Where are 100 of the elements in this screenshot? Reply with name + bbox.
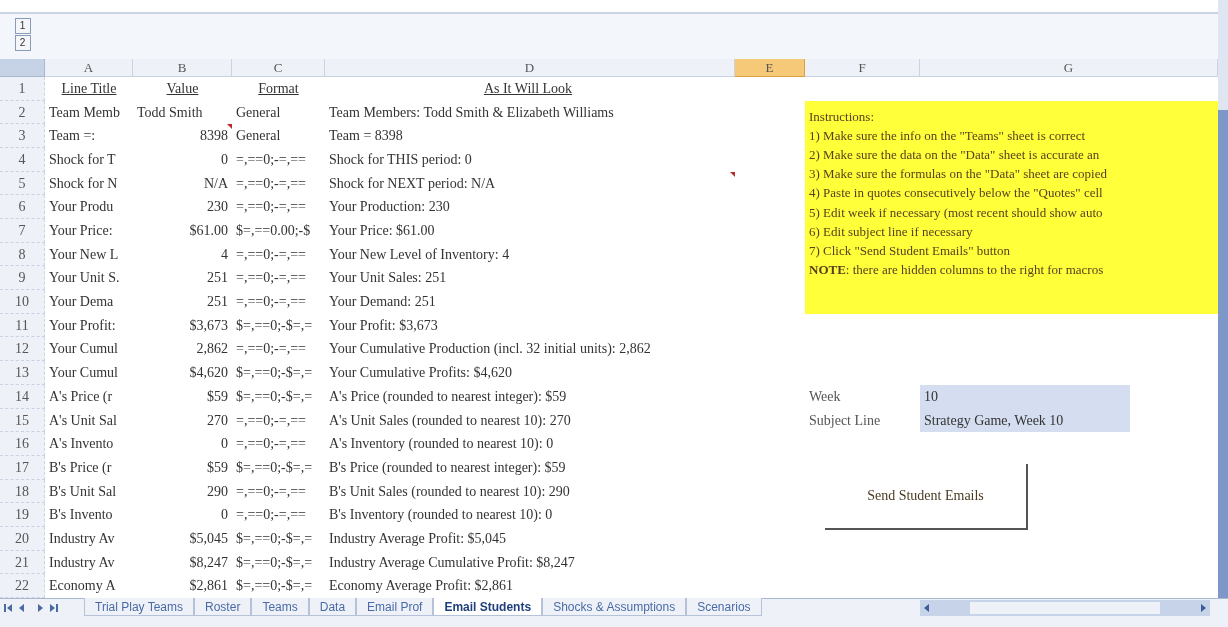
table-cell-text: 230 — [206, 198, 229, 217]
table-cell-text: Todd Smith — [136, 103, 204, 122]
table-cell-text: As It Will Look — [482, 79, 574, 98]
table-cell-text: $=,==0.00;-$ — [235, 222, 312, 240]
table-cell-text: Your Cumul — [48, 340, 119, 359]
row-header[interactable]: 18 — [0, 479, 45, 504]
table-cell-text: $59 — [206, 458, 229, 477]
table-cell-text: General — [235, 127, 282, 146]
table-cell-text: Industry Average Profit: $5,045 — [328, 529, 508, 548]
row-header[interactable]: 21 — [0, 550, 45, 575]
table-cell-text: $59 — [206, 387, 229, 406]
vertical-scrollbar[interactable] — [1218, 0, 1228, 598]
row-header[interactable]: 6 — [0, 195, 45, 219]
table-cell-text: $2,861 — [188, 577, 229, 596]
table-cell-text: A's Invento — [48, 435, 115, 454]
table-cell-text: Your Production: 230 — [328, 198, 451, 217]
table-cell-text: $61.00 — [188, 222, 229, 240]
table-cell-text: Your Price: — [48, 222, 114, 240]
table-cell-text: Your Unit Sales: 251 — [328, 269, 448, 288]
sheet-tab[interactable]: Data — [308, 598, 357, 616]
instructions-title: Instructions: — [809, 107, 875, 126]
table-cell-text: 270 — [206, 411, 229, 430]
comment-indicator-icon[interactable] — [227, 124, 232, 130]
table-cell-text: Shock for N — [48, 174, 119, 193]
instruction-line: NOTE: there are hidden columns to the right for macros — [809, 261, 1105, 280]
horizontal-scrollbar[interactable] — [920, 600, 1210, 616]
table-cell-text: B's Unit Sales (rounded to nearest 10): 290 — [328, 482, 571, 501]
send-emails-button[interactable]: Send Student Emails — [825, 463, 1028, 530]
table-cell-text: Your New Level of Inventory: 4 — [328, 245, 511, 264]
table-cell-text: =,==0;-=,== — [235, 482, 307, 501]
table-cell-text: =,==0;-=,== — [235, 293, 307, 312]
table-cell-text: $=,==0;-$=,= — [235, 529, 314, 548]
row-header[interactable]: 4 — [0, 147, 45, 172]
setting-label: Subject Line — [808, 411, 882, 430]
table-cell-text: $=,==0;-$=,= — [235, 364, 314, 383]
row-header[interactable]: 2 — [0, 100, 45, 125]
table-cell-text: =,==0;-=,== — [235, 174, 307, 193]
table-cell-text: =,==0;-=,== — [235, 150, 307, 169]
row-header[interactable]: 14 — [0, 384, 45, 409]
table-cell-text: A's Price (r — [48, 387, 114, 406]
table-cell-text: Your Cumulative Profits: $4,620 — [328, 364, 513, 383]
sheet-tab[interactable]: Trial Play Teams — [84, 598, 195, 616]
sheet-tab[interactable]: Roster — [194, 598, 252, 616]
instruction-line: 1) Make sure the info on the "Teams" sheet is correct — [809, 126, 1087, 145]
outline-level-button[interactable]: 1 — [14, 18, 31, 34]
table-cell-text: =,==0;-=,== — [235, 269, 307, 288]
table-cell: Shock for NEXT period: N/A — [325, 171, 735, 196]
table-cell-text: Format — [257, 79, 300, 98]
setting-value-cell[interactable]: Strategy Game, Week 10 — [920, 408, 1130, 433]
table-cell-text: N/A — [202, 174, 229, 193]
row-header[interactable]: 20 — [0, 526, 45, 551]
left-arrow-icon — [922, 603, 930, 613]
table-cell-text: Team Memb — [48, 103, 121, 122]
sheet-tab[interactable]: Teams — [251, 598, 309, 616]
table-cell-text: A's Unit Sal — [48, 411, 118, 430]
table-cell-text: Shock for THIS period: 0 — [328, 150, 473, 169]
setting-value-cell[interactable]: 10 — [920, 384, 1130, 409]
table-cell-text: Your Unit S. — [48, 269, 121, 288]
row-header[interactable]: 16 — [0, 432, 45, 456]
row-header[interactable]: 11 — [0, 313, 45, 338]
table-cell-text: =,==0;-=,== — [235, 411, 307, 430]
instruction-line: 6) Edit subject line if necessary — [809, 222, 974, 241]
row-header[interactable]: 9 — [0, 266, 45, 291]
row-header[interactable]: 10 — [0, 290, 45, 314]
table-cell-text: 4 — [220, 245, 229, 264]
table-cell-text: $=,==0;-$=,= — [235, 577, 314, 596]
table-cell-text: Your Cumulative Production (incl. 32 initial units): 2,862 — [328, 340, 652, 359]
table-cell-text: Economy Average Profit: $2,861 — [328, 577, 515, 596]
right-arrow-icon — [1200, 603, 1208, 613]
outline-level-button[interactable]: 2 — [14, 35, 31, 51]
table-cell-text: $=,==0;-$=,= — [235, 553, 314, 572]
table-cell-text: Your Profit: — [48, 316, 117, 335]
row-header[interactable]: 13 — [0, 361, 45, 385]
sheet-tab[interactable]: Email Prof — [356, 598, 434, 616]
comment-indicator-icon[interactable] — [730, 171, 735, 177]
table-cell-text: Team = 8398 — [328, 127, 404, 146]
sheet-tab[interactable]: Scenarios — [686, 598, 762, 616]
table-cell-text: $3,673 — [188, 316, 229, 335]
table-cell-text: Team Members: Todd Smith & Elizabeth Williams — [328, 103, 615, 122]
table-cell-text: $=,==0;-$=,= — [235, 316, 314, 335]
table-cell-text: Line Title — [60, 79, 118, 98]
sheet-tab[interactable]: Shocks & Assumptions — [542, 598, 687, 616]
row-header[interactable]: 5 — [0, 171, 45, 196]
row-header[interactable]: 7 — [0, 219, 45, 243]
table-cell-text: 251 — [206, 269, 229, 288]
table-cell-text: B's Inventory (rounded to nearest 10): 0 — [328, 506, 554, 525]
row-header[interactable]: 17 — [0, 455, 45, 480]
table-cell-text: Your Profit: $3,673 — [328, 316, 439, 335]
row-header[interactable]: 8 — [0, 242, 45, 267]
table-cell-text: B's Invento — [48, 506, 114, 525]
sheet-tab[interactable]: Email Students — [433, 598, 543, 616]
row-header[interactable]: 3 — [0, 124, 45, 148]
table-cell-text: $4,620 — [188, 364, 229, 383]
row-header[interactable]: 15 — [0, 408, 45, 433]
row-header[interactable]: 22 — [0, 574, 45, 598]
table-cell-text: =,==0;-=,== — [235, 506, 307, 525]
row-header[interactable]: 12 — [0, 337, 45, 362]
table-cell-text: 290 — [206, 482, 229, 501]
row-header[interactable]: 1 — [0, 76, 45, 101]
row-header[interactable]: 19 — [0, 503, 45, 527]
